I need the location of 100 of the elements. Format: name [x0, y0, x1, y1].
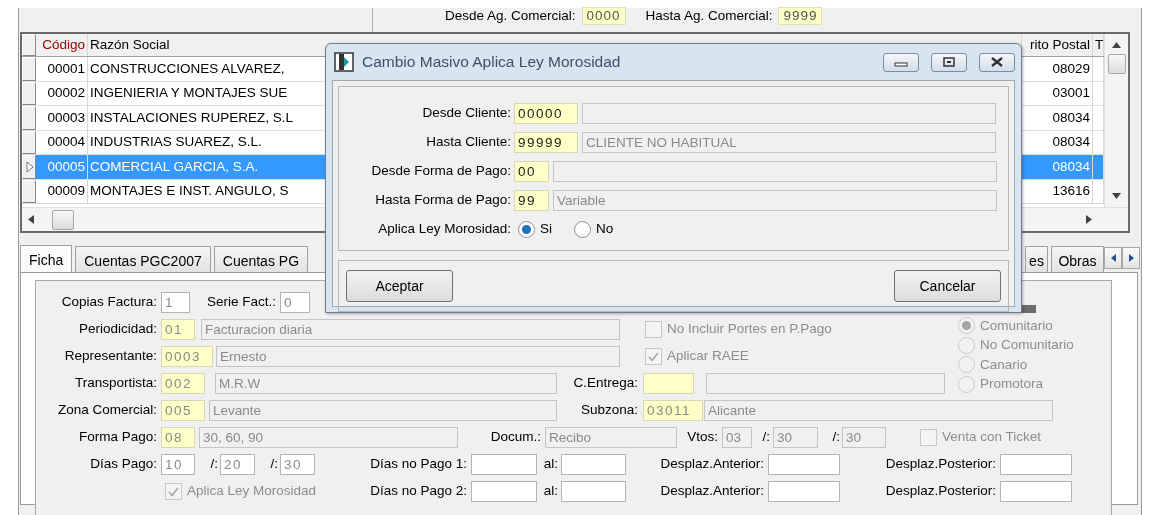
radio-label: No: [596, 221, 614, 238]
input-field[interactable]: 01: [161, 319, 195, 340]
field-label: Periodicidad:: [77, 321, 157, 338]
input-field[interactable]: Recibo: [545, 427, 677, 448]
input-field[interactable]: 1: [161, 292, 190, 313]
tab[interactable]: Ficha: [20, 245, 73, 272]
input-field[interactable]: [1000, 454, 1072, 475]
input-field[interactable]: [1000, 481, 1072, 502]
input-field[interactable]: 10: [161, 454, 195, 475]
input-field[interactable]: 0: [280, 292, 310, 313]
close-button[interactable]: [979, 52, 1015, 72]
checkbox-label: No Incluir Portes en P.Pago: [667, 321, 832, 338]
row-selector[interactable]: [22, 81, 36, 105]
input-field[interactable]: CLIENTE NO HABITUAL: [582, 132, 996, 153]
column-header[interactable]: rito Postal: [1029, 36, 1090, 54]
row-selector[interactable]: [22, 57, 36, 81]
input-field[interactable]: Levante: [209, 400, 557, 421]
tab[interactable]: Obras: [1051, 246, 1104, 272]
row-selector[interactable]: [22, 179, 36, 203]
input-field[interactable]: 20: [220, 454, 255, 475]
radio-button[interactable]: [574, 221, 591, 238]
company-name: INSTALACIONES RUPEREZ, S.L: [90, 109, 294, 126]
tab-scroll-right[interactable]: [1122, 247, 1140, 269]
checkbox-label: Aplicar RAEE: [667, 348, 749, 365]
scroll-thumb[interactable]: [1107, 54, 1126, 74]
tab[interactable]: es: [1025, 246, 1048, 272]
input-field[interactable]: 30: [842, 427, 886, 448]
input-field[interactable]: 00000: [514, 103, 578, 124]
input-field[interactable]: [561, 481, 626, 502]
input-field[interactable]: [643, 373, 694, 394]
field-label: Hasta Forma de Pago:: [374, 192, 512, 209]
tab[interactable]: Cuentas PG: [213, 246, 308, 272]
input-field[interactable]: M.R.W: [215, 373, 557, 394]
input-field[interactable]: 0003: [161, 346, 213, 367]
input-field[interactable]: Ernesto: [216, 346, 620, 367]
minimize-button[interactable]: [883, 52, 919, 72]
customer-code: 00004: [47, 134, 85, 151]
accept-button[interactable]: Aceptar: [346, 270, 453, 302]
company-name: INGENIERIA Y MONTAJES SUE: [90, 85, 288, 102]
input-field[interactable]: 03011: [643, 400, 703, 421]
cancel-button[interactable]: Cancelar: [894, 270, 1001, 302]
postal-code: 03001: [1052, 85, 1090, 102]
input-field[interactable]: 08: [161, 427, 195, 448]
company-name: COMERCIAL GARCIA, S.A.: [90, 158, 259, 175]
postal-code: 08034: [1052, 134, 1090, 151]
radio-button[interactable]: [518, 221, 535, 238]
radio-label: Comunitario: [980, 317, 1053, 334]
input-field[interactable]: [561, 454, 626, 475]
field-label: Desde Cliente:: [421, 105, 512, 122]
input-field[interactable]: 30: [773, 427, 818, 448]
scroll-thumb[interactable]: [52, 209, 74, 230]
row-selector[interactable]: [22, 130, 36, 154]
input-field[interactable]: 00: [514, 161, 549, 182]
company-name: INDUSTRIAS SUAREZ, S.L.: [90, 134, 262, 151]
column-header[interactable]: Razón Social: [90, 36, 170, 54]
input-field[interactable]: Alicante: [704, 400, 1053, 421]
field-label: Subzona:: [579, 402, 638, 419]
input-field[interactable]: [706, 373, 945, 394]
field-label: Vtos:: [686, 429, 718, 446]
field-label: al:: [542, 456, 558, 473]
scroll-left-icon: [28, 215, 34, 224]
input-field[interactable]: 30, 60, 90: [199, 427, 458, 448]
field-label: Transportista:: [73, 375, 157, 392]
row-selector[interactable]: [22, 155, 36, 179]
row-pointer-icon: [25, 161, 33, 172]
radio-label: Promotora: [980, 376, 1044, 393]
input-field[interactable]: [768, 454, 840, 475]
input-field[interactable]: 03: [722, 427, 752, 448]
input-field[interactable]: [768, 481, 840, 502]
vertical-scrollbar[interactable]: [1104, 34, 1128, 207]
checkbox-label: Venta con Ticket: [942, 429, 1042, 446]
filter-label: Desde Ag. Comercial:: [445, 7, 576, 25]
input-field[interactable]: [471, 454, 537, 475]
field-label: Desplaz.Anterior:: [659, 456, 764, 473]
input-field[interactable]: [582, 103, 996, 124]
column-header[interactable]: T: [1095, 36, 1103, 54]
input-field[interactable]: [553, 161, 997, 182]
filter-value[interactable]: 9999: [778, 6, 823, 26]
postal-code: 08034: [1052, 158, 1090, 175]
input-field[interactable]: [471, 481, 537, 502]
row-selector[interactable]: [22, 106, 36, 130]
tab[interactable]: Cuentas PGC2007: [75, 246, 211, 272]
input-field[interactable]: Variable: [553, 190, 997, 211]
tab-scroll-left[interactable]: [1104, 247, 1122, 269]
input-field[interactable]: 002: [161, 373, 205, 394]
customer-code: 00002: [47, 85, 85, 102]
input-field[interactable]: 99999: [514, 132, 578, 153]
close-icon: [990, 57, 1004, 67]
checkbox-label: Aplica Ley Morosidad: [187, 483, 317, 500]
input-field[interactable]: 30: [280, 454, 315, 475]
input-field[interactable]: 005: [161, 400, 205, 421]
field-label: Hasta Cliente:: [425, 134, 512, 151]
field-label: Desplaz.Posterior:: [884, 483, 996, 500]
maximize-button[interactable]: [931, 52, 967, 72]
row-selector[interactable]: [22, 34, 36, 56]
input-field[interactable]: 99: [514, 190, 549, 211]
input-field[interactable]: Facturacion diaria: [201, 319, 620, 340]
field-label: Desplaz.Anterior:: [659, 483, 764, 500]
column-header[interactable]: Código: [42, 36, 85, 54]
filter-value[interactable]: 0000: [581, 6, 626, 26]
